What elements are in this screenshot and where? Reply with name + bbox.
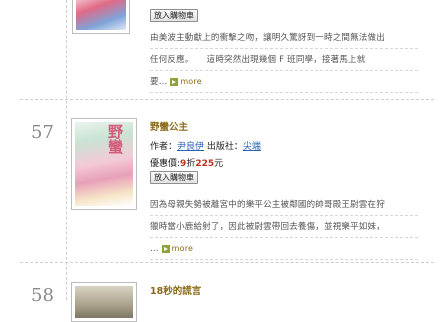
description-line: 由美波主動獻上的衝擊之吻，讓明久驚訝到一時之間無法做出: [150, 27, 418, 49]
more-link-57[interactable]: more: [172, 244, 194, 253]
description-line: 因為母親失勢被離宮中的樂平公主被鄰國的帥哥殿王尉雲在狩: [150, 194, 418, 216]
description-line: 獵時當小鹿給射了，因此被尉雲帶回去養傷，並視樂平如妹，: [150, 216, 418, 238]
book-description-56: 由美波主動獻上的衝擊之吻，讓明久驚訝到一時之間無法做出 任何反應。 這時突然出現…: [150, 27, 418, 93]
rank-number-58: 58: [31, 285, 54, 306]
more-arrow-icon[interactable]: [170, 77, 179, 86]
description-line: 要… more: [150, 71, 418, 93]
book-price-57: 優惠價:9折225元: [150, 156, 223, 169]
book-meta-57: 作者：尹良伊 出版社：尖端: [150, 139, 261, 152]
add-to-cart-button-57[interactable]: 放入購物車: [150, 171, 198, 184]
book-cover-56[interactable]: [72, 0, 130, 34]
price-unit: 元: [214, 159, 224, 169]
discount-unit: 折: [186, 159, 196, 169]
price-value: 225: [195, 159, 215, 169]
description-line: … more: [150, 238, 418, 260]
more-link-56[interactable]: more: [180, 77, 202, 86]
entry-separator: [20, 99, 434, 100]
add-to-cart-button-56[interactable]: 放入購物車: [150, 9, 198, 22]
book-cover-57[interactable]: 野蠻: [71, 118, 137, 210]
entry-separator: [20, 262, 434, 263]
description-ellipsis: 要…: [150, 77, 168, 87]
author-label: 作者：: [150, 142, 178, 152]
description-line: 任何反應。 這時突然出現幾個 F 班同學，接著馬上就: [150, 49, 418, 71]
price-label: 優惠價:: [150, 159, 181, 169]
publisher-label: 出版社：: [206, 142, 243, 152]
rank-column-divider: [66, 0, 67, 300]
book-title-58[interactable]: 18秒的謊言: [150, 283, 201, 297]
rank-number-57: 57: [31, 122, 54, 143]
author-link[interactable]: 尹良伊: [177, 142, 204, 152]
book-description-57: 因為母親失勢被離宮中的樂平公主被鄰國的帥哥殿王尉雲在狩 獵時當小鹿給射了，因此被…: [150, 194, 418, 260]
cover-title-art: 野蠻: [108, 123, 124, 156]
book-cover-58[interactable]: [71, 282, 137, 322]
publisher-link[interactable]: 尖端: [243, 142, 261, 152]
more-arrow-icon[interactable]: [161, 244, 170, 253]
book-title-57[interactable]: 野蠻公主: [150, 119, 188, 133]
price-line-56: [150, 0, 270, 2]
description-ellipsis: …: [150, 244, 159, 254]
